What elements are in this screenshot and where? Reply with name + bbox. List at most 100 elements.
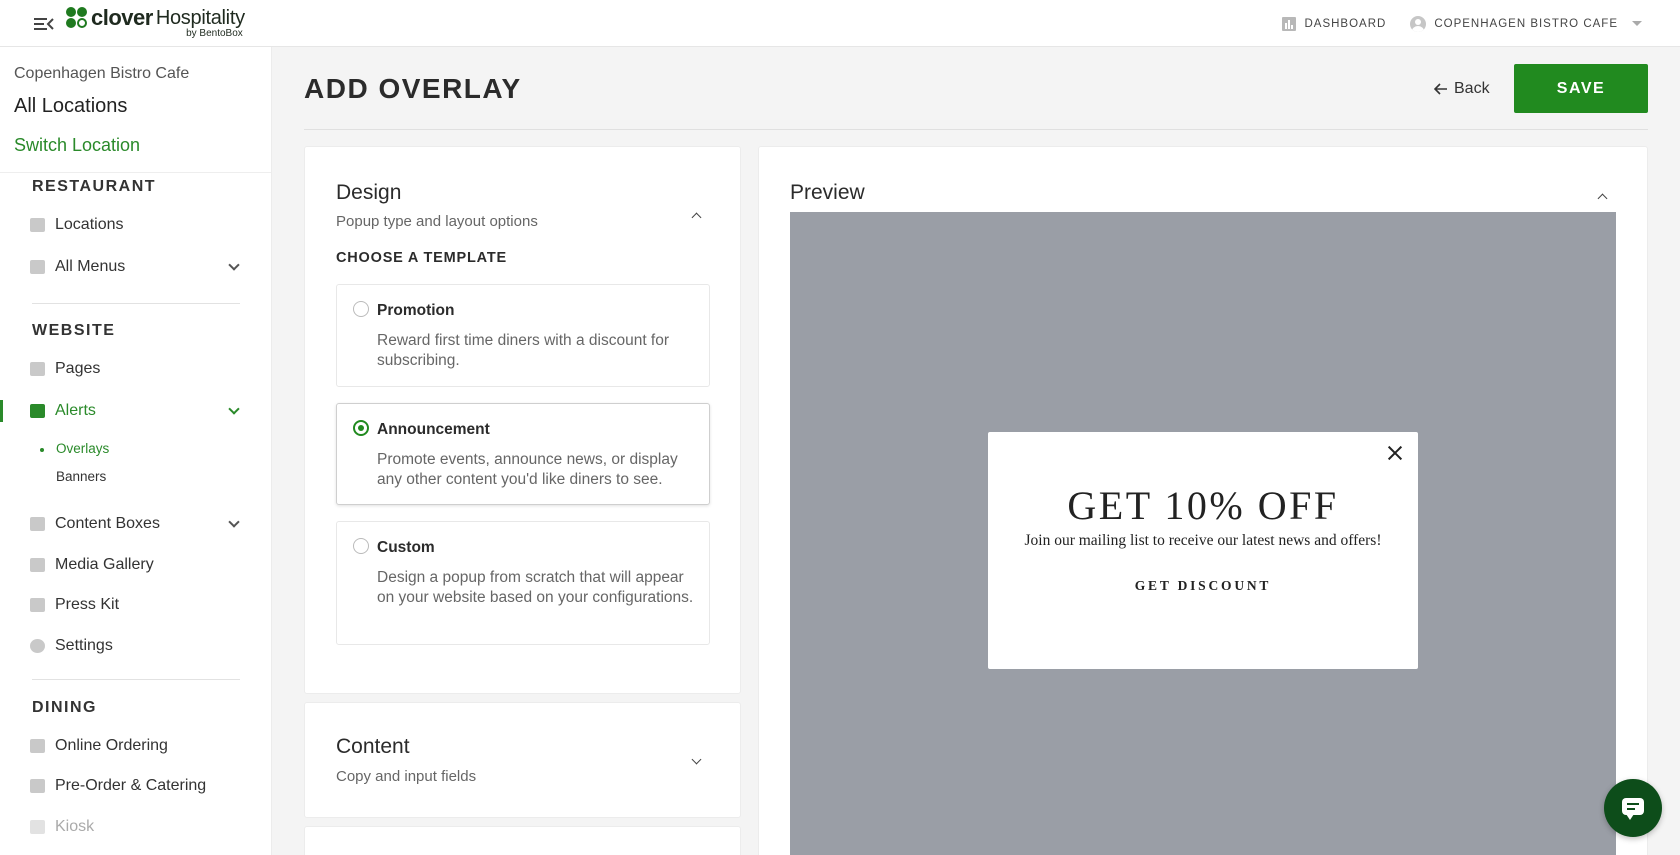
sidebar-subitem-overlays[interactable]: Overlays [56,441,109,456]
content-card[interactable] [304,702,741,818]
dashboard-label: DASHBOARD [1304,17,1387,30]
chevron-down-icon [228,516,240,528]
page-icon [30,362,45,376]
save-button[interactable]: SAVE [1514,64,1648,113]
all-locations-link[interactable]: All Locations [14,95,127,118]
sidebar-item-label: Locations [55,216,124,233]
tablet-icon [30,820,45,834]
sidebar-item-label: Pre-Order & Catering [55,777,207,794]
account-label: COPENHAGEN BISTRO CAFE [1434,17,1618,30]
utensils-icon [30,779,45,793]
template-option-promotion[interactable]: Promotion Reward first time diners with … [336,284,710,387]
sidebar-item-locations[interactable]: Locations [30,210,242,240]
chevron-up-icon[interactable] [1596,191,1610,204]
chevron-down-icon [228,403,240,415]
chat-button[interactable] [1604,779,1662,837]
back-label: Back [1454,80,1490,97]
logo-byline: by BentoBox [186,28,243,39]
sidebar-divider [0,172,271,173]
template-description: Promote events, announce news, or displa… [377,451,678,488]
chevron-down-icon [228,259,240,271]
sidebar-item-label: Alerts [55,402,96,419]
overlay-text: Join our mailing list to receive our lat… [1024,532,1382,549]
preview-title: Preview [790,181,865,204]
sidebar-item-alerts[interactable]: Alerts [30,396,242,426]
design-title: Design [336,181,402,204]
chat-bubble-icon [1622,798,1644,820]
template-name: Announcement [377,421,490,438]
sidebar-item-label: All Menus [55,258,126,275]
menu-book-icon [30,260,45,274]
active-indicator [0,400,3,422]
radio-button[interactable] [353,538,369,554]
sidebar-item-pre-order-catering[interactable]: Pre-Order & Catering [30,771,242,801]
choose-template-label: CHOOSE A TEMPLATE [336,250,507,266]
bag-icon [30,739,45,753]
radio-button[interactable] [353,301,369,317]
switch-location-link[interactable]: Switch Location [14,135,140,156]
sidebar-item-label: Media Gallery [55,556,154,573]
close-icon[interactable] [1386,444,1404,462]
section-title-dining: DINING [32,699,97,716]
content-subtitle: Copy and input fields [336,768,477,785]
sidebar-divider [32,303,240,304]
sidebar-item-online-ordering[interactable]: Online Ordering [30,731,242,761]
section-title-website: WEBSITE [32,322,116,339]
sidebar-item-label: Online Ordering [55,737,168,754]
overlay-preview-modal: GET 10% OFF Join our mailing list to rec… [988,432,1418,669]
overlay-cta-button[interactable]: GET DISCOUNT [988,578,1418,594]
logo-brand-text: clover [91,5,153,30]
document-icon [30,598,45,612]
top-right-nav: DASHBOARD COPENHAGEN BISTRO CAFE [1282,0,1642,47]
page-title: ADD OVERLAY [304,73,522,104]
back-button[interactable]: Back [1434,80,1490,98]
chevron-down-icon[interactable] [690,754,704,766]
logo-product-text: Hospitality [155,6,245,29]
radio-button[interactable] [353,420,369,436]
top-bar: clover Hospitality by BentoBox DASHBOARD… [0,0,1680,47]
chevron-up-icon[interactable] [690,210,704,223]
sidebar-subitem-banners[interactable]: Banners [56,469,106,484]
sidebar-item-label: Settings [55,637,113,654]
sidebar-item-content-boxes[interactable]: Content Boxes [30,509,242,539]
sidebar: Copenhagen Bistro Cafe All Locations Swi… [0,47,272,855]
account-menu[interactable]: COPENHAGEN BISTRO CAFE [1410,15,1642,32]
sidebar-item-settings[interactable]: Settings [30,631,242,661]
template-description: Design a popup from scratch that will ap… [377,569,694,606]
template-option-custom[interactable]: Custom Design a popup from scratch that … [336,521,710,645]
sidebar-item-all-menus[interactable]: All Menus [30,252,242,282]
header-divider [304,129,1648,130]
sidebar-item-kiosk[interactable]: Kiosk [30,812,242,842]
gallery-icon [30,558,45,572]
current-location-name: Copenhagen Bistro Cafe [14,65,190,82]
overlay-headline: GET 10% OFF [1067,483,1339,528]
clover-leaf-icon [66,7,88,29]
sidebar-item-pages[interactable]: Pages [30,354,242,384]
caret-down-icon [1632,21,1642,26]
template-description: Reward first time diners with a discount… [377,332,670,369]
sidebar-item-label: Kiosk [55,818,95,835]
template-name: Custom [377,539,435,556]
sidebar-item-media-gallery[interactable]: Media Gallery [30,550,242,580]
dashboard-link[interactable]: DASHBOARD [1282,16,1387,31]
storefront-icon [30,218,45,232]
sidebar-item-label: Press Kit [55,596,120,613]
content-title: Content [336,735,410,758]
active-dot [40,448,44,452]
design-subtitle: Popup type and layout options [336,213,538,230]
sidebar-item-press-kit[interactable]: Press Kit [30,590,242,620]
sidebar-item-label: Content Boxes [55,515,160,532]
user-avatar-icon [1410,15,1427,32]
next-card [304,826,741,855]
alert-icon [30,404,45,418]
sidebar-divider [32,679,240,680]
template-option-announcement[interactable]: Announcement Promote events, announce ne… [336,403,710,505]
gear-icon [30,639,45,653]
clover-hospitality-logo[interactable]: clover Hospitality by BentoBox [66,5,245,42]
grid-icon [30,517,45,531]
template-name: Promotion [377,302,455,319]
bar-chart-icon [1282,16,1297,31]
menu-collapse-icon[interactable] [33,14,55,34]
section-title-restaurant: RESTAURANT [32,178,157,195]
arrow-left-icon [1434,83,1447,95]
